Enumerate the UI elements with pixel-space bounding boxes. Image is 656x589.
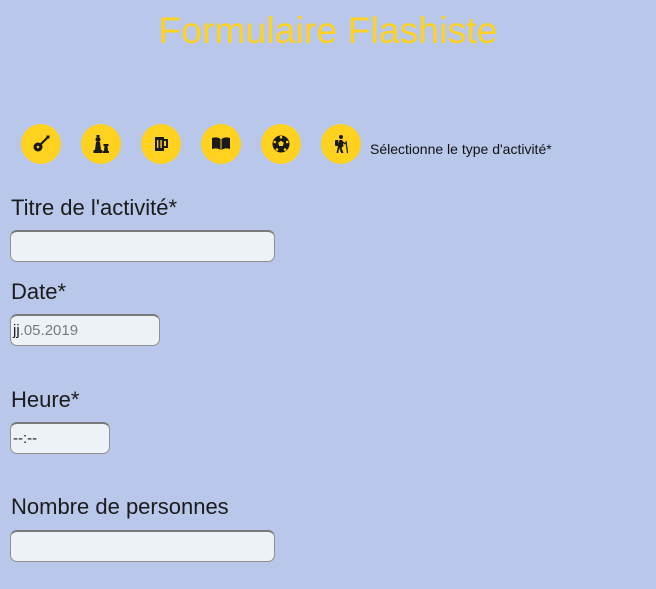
beer-icon-svg: [155, 137, 168, 151]
hiking-icon[interactable]: [321, 124, 361, 164]
form-title: Formulaire Flashiste: [158, 10, 498, 51]
date-label: Date*: [11, 279, 67, 304]
guitar-icon-svg: [33, 135, 50, 152]
time-label: Heure*: [11, 387, 80, 412]
beer-icon[interactable]: [141, 124, 181, 164]
activity-type-hint: Sélectionne le type d'activité*: [370, 141, 552, 157]
title-label: Titre de l'activité*: [11, 195, 177, 220]
hiking-icon-svg: [335, 135, 349, 154]
time-input[interactable]: --:--: [10, 422, 110, 454]
soccer-ball-icon-svg: [272, 135, 290, 153]
people-input[interactable]: [10, 530, 275, 562]
chess-icon[interactable]: [81, 124, 121, 164]
people-label: Nombre de personnes: [11, 494, 229, 519]
book-icon[interactable]: [201, 124, 241, 164]
date-day-segment[interactable]: jj: [13, 322, 20, 339]
book-icon-svg: [212, 137, 230, 150]
chess-icon-svg: [93, 135, 109, 153]
guitar-icon[interactable]: [21, 124, 61, 164]
soccer-ball-icon[interactable]: [261, 124, 301, 164]
date-input[interactable]: jj .05.2019: [10, 314, 160, 346]
time-input-value: --:--: [13, 430, 38, 447]
date-rest-segment[interactable]: .05.2019: [20, 322, 78, 339]
title-input[interactable]: [10, 230, 275, 262]
